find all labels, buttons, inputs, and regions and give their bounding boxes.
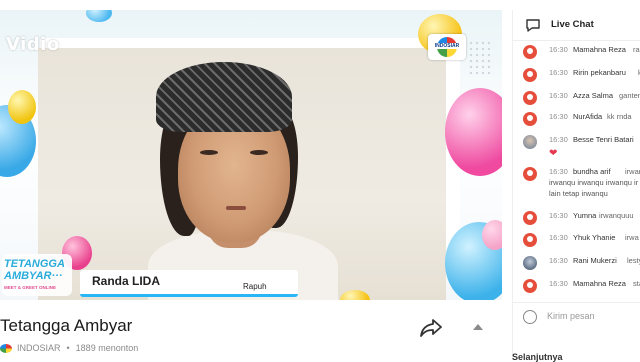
message-user: Azza Salma: [573, 91, 614, 100]
chat-message: 16:30 NurAfida kk rnda: [521, 111, 640, 127]
message-user: Yumna: [573, 211, 597, 220]
message-text: irwanq: [625, 167, 640, 176]
chat-message: 16:30 Azza Salma ganteng: [521, 90, 640, 106]
message-user: Besse Tenri Batari: [573, 135, 634, 144]
show-logo-tagline: MEET & GREET ONLINE: [4, 285, 57, 290]
chat-message: 16:30 Yhuk Yhanie irwa: [521, 232, 640, 248]
indosiar-logo-text: INDOSIAR: [430, 43, 464, 49]
emoji-icon[interactable]: [523, 310, 537, 324]
message-text: irwa: [625, 233, 639, 242]
share-icon[interactable]: [420, 318, 442, 338]
dot-pattern: [468, 40, 494, 74]
meta-separator: •: [66, 343, 70, 353]
chat-bubble-icon: [526, 19, 540, 32]
chat-header: Live Chat: [513, 10, 640, 41]
chat-message: 16:30 Yumna irwanquuu: [521, 210, 640, 226]
chat-message: 16:30 Mamahna Reza rap: [521, 44, 640, 60]
message-text: lesty: [627, 256, 640, 265]
message-time: 16:30: [549, 167, 568, 176]
user-avatar: [523, 68, 537, 82]
balloon-decoration: [482, 220, 502, 250]
vidio-logo: Vidio: [6, 34, 60, 55]
message-user: Rani Mukerzi: [573, 256, 617, 265]
message-time: 16:30: [549, 112, 568, 121]
person-cap: [156, 62, 292, 132]
channel-name[interactable]: INDOSIAR: [17, 343, 61, 353]
chat-message: 16:30 Rani Mukerzi lesty: [521, 255, 640, 271]
song-title: Rapuh: [243, 282, 267, 291]
chat-message: 16:30 bundha arif irwanq irwanqu irwanqu…: [521, 166, 640, 206]
user-avatar-photo: [523, 256, 537, 270]
chat-message: 16:30 Mamahna Reza sta: [521, 278, 640, 294]
video-player[interactable]: Vidio INDOSIAR TETANGGA AMBYAR··· MEET &…: [0, 10, 502, 300]
message-text: sta: [633, 279, 640, 288]
message-time: 16:30: [549, 91, 568, 100]
user-avatar: [523, 45, 537, 59]
message-user: Mamahna Reza: [573, 45, 626, 54]
person-mouth: [226, 206, 246, 210]
chat-input[interactable]: Kirim pesan: [513, 302, 640, 327]
message-user: Ririn pekanbaru: [573, 68, 626, 77]
message-time: 16:30: [549, 256, 568, 265]
message-time: 16:30: [549, 45, 568, 54]
message-time: 16:30: [549, 211, 568, 220]
message-user: Mamahna Reza: [573, 279, 626, 288]
show-logo-line1: TETANGGA: [4, 258, 65, 270]
next-section-heading: Selanjutnya: [512, 352, 563, 362]
chat-input-placeholder[interactable]: Kirim pesan: [547, 311, 595, 321]
balloon-decoration: [8, 90, 36, 124]
live-chat-panel: Live Chat 16:30 Mamahna Reza rap 16:30 R…: [512, 10, 640, 360]
chat-message: 16:30 Besse Tenri Batari: [521, 134, 640, 150]
message-text: irwanquuu: [599, 211, 634, 220]
collapse-chevron-icon[interactable]: [472, 323, 484, 331]
message-text-continued: irwanqu irwanqu irwanqu ir: [549, 178, 639, 187]
chat-title: Live Chat: [551, 19, 594, 30]
heart-icon: ❤: [549, 148, 558, 159]
person-eye: [250, 150, 268, 155]
video-meta: INDOSIAR • 1889 menonton: [0, 343, 138, 353]
message-time: 16:30: [549, 279, 568, 288]
video-title: Tetangga Ambyar: [0, 316, 133, 335]
show-logo: TETANGGA AMBYAR··· MEET & GREET ONLINE: [2, 254, 72, 296]
channel-icon: [0, 343, 12, 353]
user-avatar: [523, 233, 537, 247]
balloon-decoration: [86, 10, 112, 22]
message-user: Yhuk Yhanie: [573, 233, 616, 242]
message-text: ganteng: [619, 91, 640, 100]
user-avatar-photo: [523, 135, 537, 149]
message-time: 16:30: [549, 233, 568, 242]
user-avatar: [523, 112, 537, 126]
message-user: NurAfida: [573, 112, 603, 121]
message-time: 16:30: [549, 135, 568, 144]
message-text-continued: lain tetap irwanqu: [549, 189, 608, 198]
show-logo-line2: AMBYAR···: [4, 270, 63, 282]
lower-third: Randa LIDA Rapuh: [80, 270, 298, 297]
message-user: bundha arif: [573, 167, 611, 176]
chat-message: 16:30 Ririn pekanbaru k: [521, 67, 640, 83]
message-time: 16:30: [549, 68, 568, 77]
person-eye: [200, 150, 218, 155]
performer-name: Randa LIDA: [92, 274, 161, 288]
message-text: rap: [633, 45, 640, 54]
user-avatar: [523, 211, 537, 225]
user-avatar: [523, 167, 537, 181]
indosiar-logo: INDOSIAR: [428, 34, 466, 60]
user-avatar: [523, 279, 537, 293]
message-text: kk rnda: [607, 112, 632, 121]
user-avatar: [523, 91, 537, 105]
view-count: 1889 menonton: [75, 343, 139, 353]
